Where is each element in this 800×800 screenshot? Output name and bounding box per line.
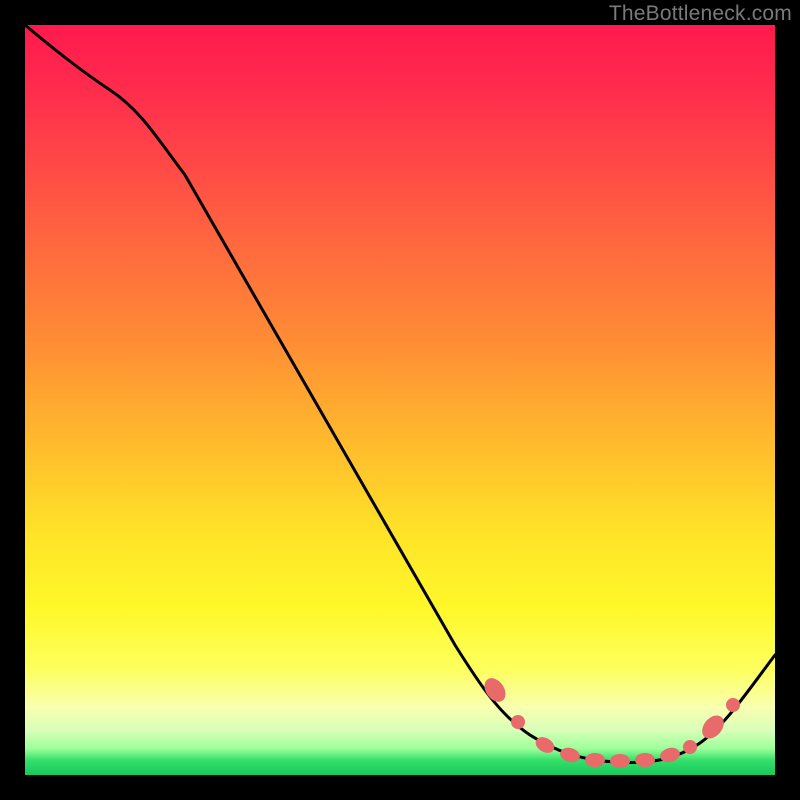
curve-markers [480,674,740,768]
plot-area [25,25,775,775]
chart-svg [25,25,775,775]
marker-bead [635,753,655,767]
marker-bead [585,753,605,767]
chart-frame: TheBottleneck.com [0,0,800,800]
marker-bead [559,746,582,765]
watermark-text: TheBottleneck.com [609,2,792,26]
marker-bead [683,740,697,754]
bottleneck-curve [25,25,775,762]
marker-bead [698,711,729,742]
marker-bead [511,715,525,729]
marker-bead [659,746,682,765]
marker-bead [610,754,630,768]
marker-bead [726,698,740,712]
